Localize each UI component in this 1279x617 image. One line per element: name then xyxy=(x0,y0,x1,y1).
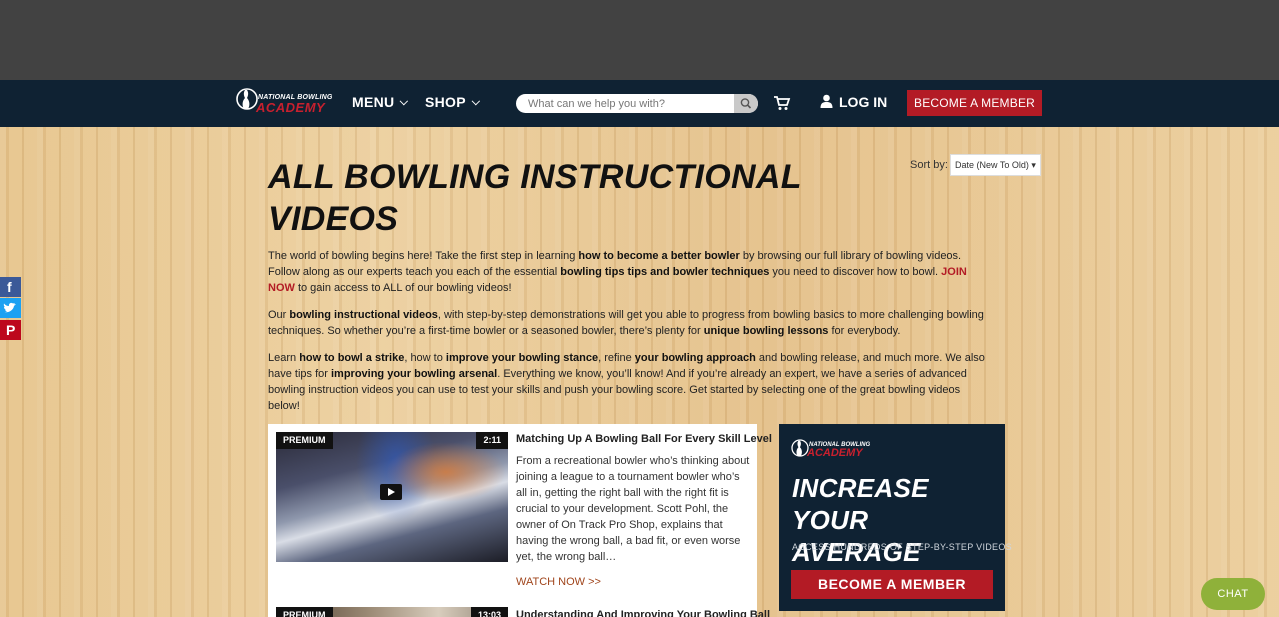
dropdown-arrow-icon: ▾ xyxy=(1031,160,1036,170)
shop-nav[interactable]: SHOP xyxy=(425,94,480,110)
login-link[interactable]: LOG IN xyxy=(820,94,887,110)
promo-logo-bottom: ACADEMY xyxy=(807,447,863,459)
link-instructional-videos[interactable]: bowling instructional videos xyxy=(289,309,438,321)
membership-promo[interactable]: NATIONAL BOWLING ACADEMY INCREASE YOUR A… xyxy=(779,424,1012,611)
video-title[interactable]: Matching Up A Bowling Ball For Every Ski… xyxy=(516,433,772,445)
intro-paragraph-2: Our bowling instructional videos, with s… xyxy=(268,309,984,337)
browser-top-area xyxy=(0,0,1279,80)
video-description: From a recreational bowler who’s thinkin… xyxy=(516,455,750,563)
become-member-button[interactable]: BECOME A MEMBER xyxy=(907,90,1042,116)
page-title: ALL BOWLING INSTRUCTIONAL VIDEOS xyxy=(268,158,802,238)
link-bowling-approach[interactable]: your bowling approach xyxy=(635,352,756,364)
premium-badge: PREMIUM xyxy=(276,607,333,617)
facebook-icon: f xyxy=(7,279,12,295)
promo-member-button[interactable]: BECOME A MEMBER xyxy=(791,570,993,599)
duration-badge: 13:03 xyxy=(470,607,508,617)
intro-paragraph-3: Learn how to bowl a strike, how to impro… xyxy=(268,352,985,412)
link-bowl-strike[interactable]: how to bowl a strike xyxy=(299,352,404,364)
shop-label: SHOP xyxy=(425,94,466,110)
chat-button[interactable]: CHAT xyxy=(1201,578,1265,610)
menu-label: MENU xyxy=(352,94,395,110)
promo-logo: NATIONAL BOWLING ACADEMY xyxy=(791,436,881,462)
video-title-2[interactable]: Understanding And Improving Your Bowling… xyxy=(516,609,770,617)
intro-paragraph-1: The world of bowling begins here! Take t… xyxy=(268,250,967,294)
premium-badge: PREMIUM xyxy=(276,432,333,449)
pinterest-icon: P xyxy=(6,322,16,338)
logo-bottom-text: ACADEMY xyxy=(256,100,326,115)
play-icon[interactable] xyxy=(380,484,402,500)
search-bar xyxy=(516,94,758,113)
sort-select[interactable]: Date (New To Old) ▾ xyxy=(950,154,1041,176)
watch-now-link[interactable]: WATCH NOW >> xyxy=(516,576,601,588)
twitter-share[interactable] xyxy=(0,298,21,318)
search-button[interactable] xyxy=(734,94,758,113)
link-bowling-arsenal[interactable]: improving your bowling arsenal xyxy=(331,368,497,380)
cart-icon[interactable] xyxy=(773,95,791,111)
sort-value: Date (New To Old) xyxy=(955,160,1029,170)
user-icon xyxy=(820,94,833,108)
link-bowling-tips[interactable]: bowling tips tips and bowler techniques xyxy=(560,266,769,278)
site-logo[interactable]: NATIONAL BOWLING ACADEMY xyxy=(236,84,340,116)
menu-nav[interactable]: MENU xyxy=(352,94,409,110)
promo-headline: INCREASE YOUR AVERAGE xyxy=(792,473,929,567)
bowling-pin-logo-icon xyxy=(236,88,258,110)
sort-label: Sort by: xyxy=(910,159,948,171)
search-icon xyxy=(740,98,752,109)
video-list: PREMIUM 2:11 Matching Up A Bowling Ball … xyxy=(268,424,772,617)
twitter-icon xyxy=(3,302,17,313)
link-better-bowler[interactable]: how to become a better bowler xyxy=(578,250,739,262)
link-unique-lessons[interactable]: unique bowling lessons xyxy=(704,325,829,337)
video-thumbnail-2[interactable]: PREMIUM 13:03 xyxy=(276,607,508,617)
duration-badge: 2:11 xyxy=(476,432,508,449)
promo-subtext: ACCESS HUNDREDS OF STEP-BY-STEP VIDEOS xyxy=(792,542,1012,552)
link-bowling-stance[interactable]: improve your bowling stance xyxy=(446,352,598,364)
video-thumbnail[interactable]: PREMIUM 2:11 xyxy=(276,432,508,562)
facebook-share[interactable]: f xyxy=(0,277,21,297)
login-label: LOG IN xyxy=(839,94,888,110)
search-input[interactable] xyxy=(516,94,734,113)
pinterest-share[interactable]: P xyxy=(0,320,21,340)
